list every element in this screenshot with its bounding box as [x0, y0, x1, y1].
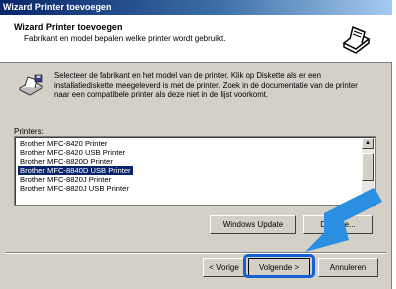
printers-listbox[interactable]: Brother MFC-8420 Printer Brother MFC-842… [14, 136, 376, 206]
printer-disk-icon [18, 74, 44, 96]
add-printer-wizard-window: Wizard Printer toevoegen Wizard Printer … [0, 0, 392, 289]
next-button-highlight [243, 254, 315, 278]
header-subtitle: Fabrikant en model bepalen welke printer… [24, 34, 226, 43]
printer-icon [339, 22, 373, 56]
back-button[interactable]: < Vorige [203, 258, 245, 277]
list-item[interactable]: Brother MFC-8420 USB Printer [18, 148, 127, 157]
windows-update-button[interactable]: Windows Update [210, 215, 296, 234]
list-item[interactable]: Brother MFC-8420 Printer [18, 139, 109, 148]
list-scrollbar[interactable]: ▲ ▼ [362, 138, 374, 204]
info-line: Selecteer de fabrikant en het model van … [54, 71, 321, 80]
info-text: Selecteer de fabrikant en het model van … [54, 71, 384, 100]
separator [6, 252, 386, 254]
scroll-thumb[interactable] [362, 153, 374, 181]
cancel-button[interactable]: Annuleren [318, 258, 378, 277]
scroll-up-icon[interactable]: ▲ [362, 138, 374, 149]
printers-label: Printers: [14, 127, 44, 136]
info-line: installatiediskette meegeleverd is met d… [54, 80, 358, 90]
header-title: Wizard Printer toevoegen [14, 22, 123, 32]
scroll-down-icon[interactable]: ▼ [362, 193, 374, 204]
list-item[interactable]: Brother MFC-8820J Printer [18, 175, 113, 184]
list-item[interactable]: Brother MFC-8820J USB Printer [18, 184, 131, 193]
window-title: Wizard Printer toevoegen [0, 0, 392, 15]
info-line: naar een compatibele printer als deze ni… [54, 90, 269, 99]
wizard-header: Wizard Printer toevoegen Fabrikant en mo… [0, 15, 392, 63]
list-item[interactable]: Brother MFC-8820D Printer [18, 157, 115, 166]
disk-button[interactable]: Diskette... [303, 215, 373, 234]
list-item-selected[interactable]: Brother MFC-8840D USB Printer [18, 166, 133, 175]
